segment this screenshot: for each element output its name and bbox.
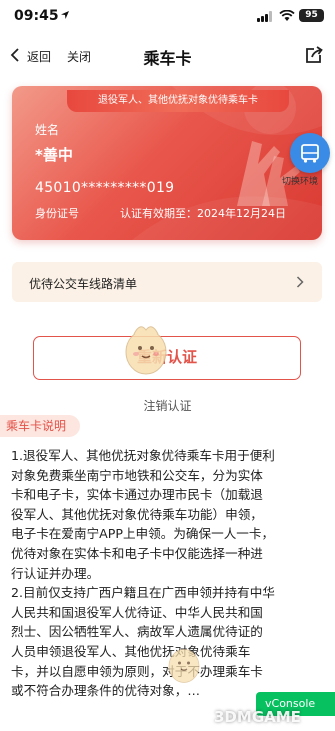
route-list-label: 优待公交车线路清单 — [29, 277, 138, 291]
desc-line: 1.退役军人、其他优抚对象优待乘车卡用于便利 — [11, 448, 275, 463]
mascot-icon — [125, 326, 167, 375]
desc-line: 人民共和国退役军人优待证、中华人民共和国 — [11, 604, 263, 620]
desc-line: 役军人、其他优抚对象优待乘车功能）申领， — [11, 506, 263, 522]
ride-card: 退役军人、其他优抚对象优待乘车卡 姓名 *善中 45010*********01… — [12, 86, 322, 240]
route-list-row[interactable]: 优待公交车线路清单 — [12, 262, 322, 302]
status-bar: 09:45 95 — [0, 0, 335, 34]
page-title: 乘车卡 — [143, 49, 192, 68]
desc-line: 对象免费乘坐南宁市地铁和公交车，分为实体 — [11, 467, 263, 483]
switch-environment-button[interactable] — [290, 133, 330, 173]
signal-icon — [257, 11, 274, 22]
desc-line: 行认证并办理。 — [11, 565, 100, 581]
section-title: 乘车卡说明 — [0, 415, 80, 437]
desc-line: 烈士、因公牺牲军人、病故军人遗属优待证的 — [11, 624, 263, 640]
cancel-auth-link[interactable]: 注销认证 — [0, 397, 335, 414]
watermark-logo-icon — [189, 705, 211, 727]
desc-line: 优待对象在实体卡和电子卡中仅能选择一种进 — [11, 545, 263, 561]
card-banner: 退役军人、其他优抚对象优待乘车卡 — [67, 90, 289, 112]
wifi-icon — [279, 10, 295, 21]
bus-icon — [301, 144, 319, 163]
holder-name: *善中 — [35, 146, 73, 164]
id-number: 45010*********019 — [35, 180, 175, 196]
share-icon[interactable] — [304, 45, 324, 65]
nav-bar: 返回 关闭 乘车卡 — [0, 34, 335, 78]
watermark-text: 3DMGAME — [214, 708, 301, 726]
desc-line: 2.目前仅支持广西户籍且在广西申领并持有中华 — [11, 585, 275, 601]
desc-line: 卡和电子卡，实体卡通过办理市民卡（加载退 — [11, 487, 263, 503]
desc-line: 电子卡在爱南宁APP上申领。为确保一人一卡， — [11, 526, 275, 542]
expiry-date: 认证有效期至：2024年12月24日 — [120, 207, 286, 220]
battery-icon: 95 — [299, 9, 324, 22]
location-arrow-icon — [61, 11, 69, 19]
name-label: 姓名 — [35, 123, 60, 137]
id-label: 身份证号 — [35, 207, 79, 220]
switch-environment-label[interactable]: 切换环境 — [282, 174, 318, 187]
status-time: 09:45 — [14, 8, 59, 24]
mascot-icon — [168, 649, 200, 683]
chevron-right-icon — [296, 276, 304, 288]
